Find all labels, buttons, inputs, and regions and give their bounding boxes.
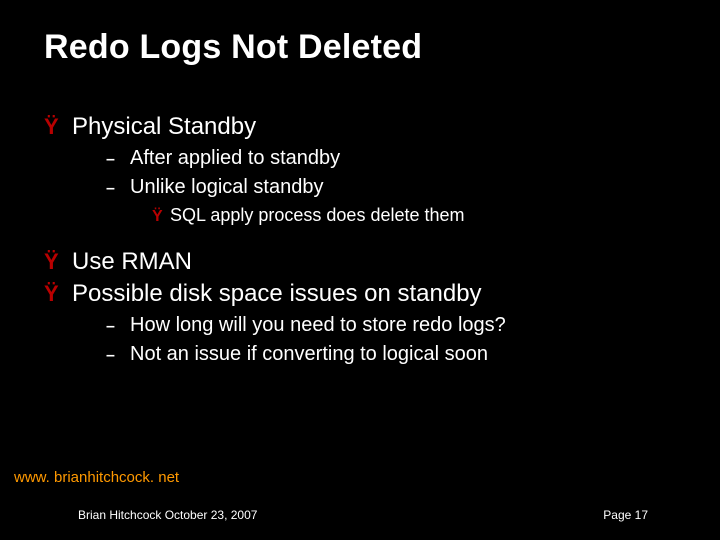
dash-marker-icon: – <box>106 318 130 336</box>
bullet-text: Not an issue if converting to logical so… <box>130 343 488 366</box>
bullet-text: How long will you need to store redo log… <box>130 314 506 337</box>
dash-marker-icon: – <box>106 151 130 169</box>
dash-marker-icon: – <box>106 180 130 198</box>
bullet-level2: – After applied to standby <box>44 147 680 170</box>
bullet-level3: Ÿ SQL apply process does delete them <box>44 205 680 226</box>
bullet-marker-icon: Ÿ <box>44 283 72 305</box>
bullet-text: SQL apply process does delete them <box>170 205 465 226</box>
bullet-level2: – Not an issue if converting to logical … <box>44 343 680 366</box>
bullet-text: Unlike logical standby <box>130 176 323 199</box>
bullet-text: After applied to standby <box>130 147 340 170</box>
bullet-marker-icon: Ÿ <box>152 208 170 226</box>
bullet-text: Physical Standby <box>72 113 256 141</box>
bullet-marker-icon: Ÿ <box>44 251 72 273</box>
bullet-level1: Ÿ Possible disk space issues on standby <box>44 280 680 308</box>
slide-title: Redo Logs Not Deleted <box>0 0 720 67</box>
bullet-text: Possible disk space issues on standby <box>72 280 482 308</box>
bullet-text: Use RMAN <box>72 248 192 276</box>
bullet-level2: – How long will you need to store redo l… <box>44 314 680 337</box>
footer-page-number: Page 17 <box>603 508 648 522</box>
slide: Redo Logs Not Deleted Ÿ Physical Standby… <box>0 0 720 540</box>
bullet-marker-icon: Ÿ <box>44 116 72 138</box>
spacer <box>44 226 680 244</box>
footer-author-date: Brian Hitchcock October 23, 2007 <box>78 508 257 522</box>
bullet-level2: – Unlike logical standby <box>44 176 680 199</box>
dash-marker-icon: – <box>106 347 130 365</box>
slide-body: Ÿ Physical Standby – After applied to st… <box>0 67 720 366</box>
website-url: www. brianhitchcock. net <box>14 469 179 486</box>
bullet-level1: Ÿ Physical Standby <box>44 113 680 141</box>
bullet-level1: Ÿ Use RMAN <box>44 248 680 276</box>
